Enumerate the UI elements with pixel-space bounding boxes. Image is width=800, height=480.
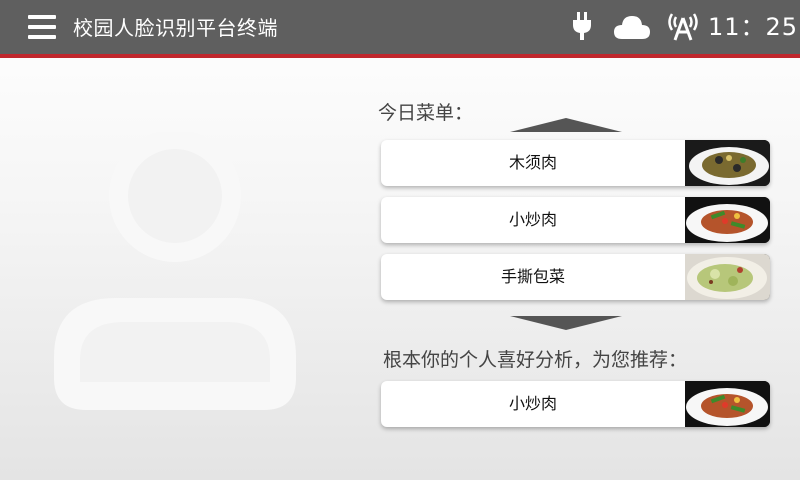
app-title: 校园人脸识别平台终端: [73, 16, 278, 40]
recommended-item-name: 小炒肉: [508, 394, 557, 413]
top-bar: 校园人脸识别平台终端 11：25: [0, 0, 800, 58]
wireless-signal-icon: [668, 13, 698, 41]
recommendation-heading: 根本你的个人喜好分析，为您推荐：: [383, 349, 688, 371]
menu-item-name: 木须肉: [508, 153, 557, 172]
recommended-item[interactable]: 小炒肉: [381, 381, 770, 427]
menu-heading: 今日菜单：: [378, 102, 474, 124]
menu-item[interactable]: 小炒肉: [381, 197, 770, 243]
menu-icon[interactable]: [28, 15, 56, 39]
menu-item-name: 小炒肉: [508, 210, 557, 229]
dish-photo: [685, 254, 770, 300]
dish-photo: [685, 140, 770, 186]
power-plug-icon: [573, 12, 591, 40]
dish-photo: [685, 381, 770, 427]
scroll-up-arrow-icon[interactable]: [510, 118, 622, 132]
clock: 11：25: [708, 13, 799, 41]
dish-photo: [685, 197, 770, 243]
menu-item-name: 手撕包菜: [500, 267, 565, 286]
menu-item[interactable]: 木须肉: [381, 140, 770, 186]
scroll-down-arrow-icon[interactable]: [510, 316, 622, 330]
cloud-icon: [614, 16, 650, 39]
user-placeholder-icon: [54, 132, 296, 410]
menu-item[interactable]: 手撕包菜: [381, 254, 770, 300]
